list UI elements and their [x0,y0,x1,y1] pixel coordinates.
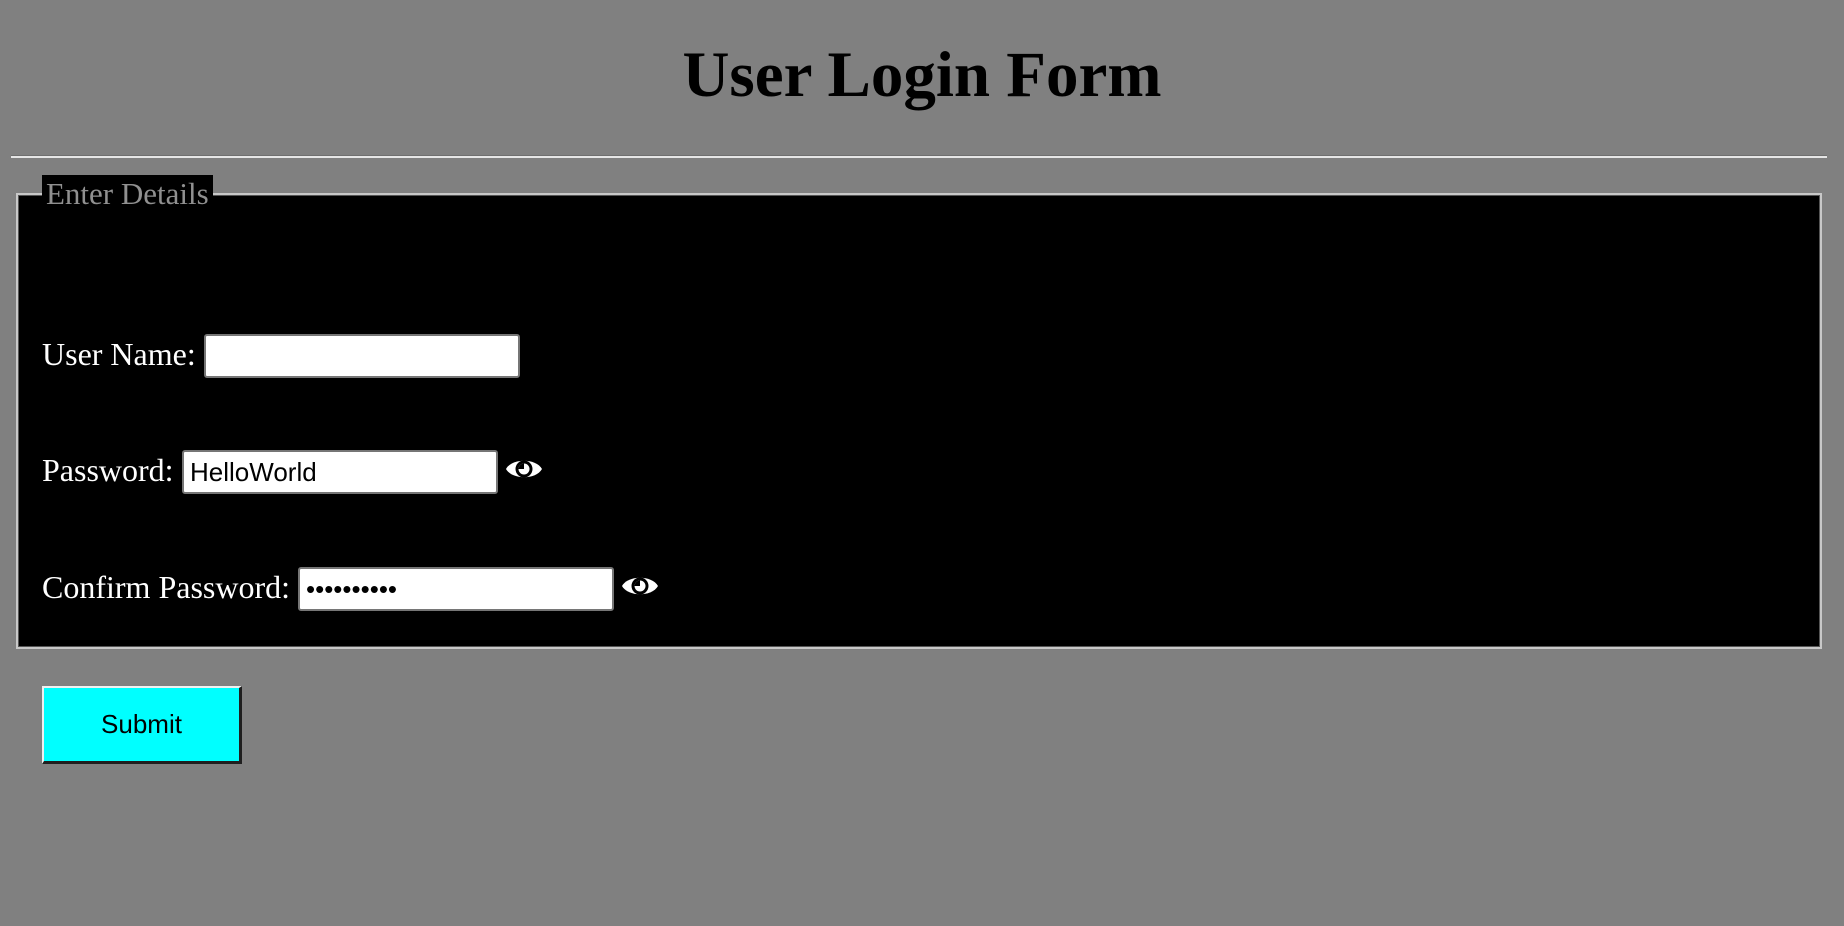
submit-button[interactable]: Submit [42,686,242,764]
fieldset-legend: Enter Details [42,175,213,212]
username-label: User Name: [42,336,196,372]
eye-icon [622,577,658,595]
username-input[interactable] [204,334,520,378]
eye-icon [506,460,542,478]
horizontal-divider [11,155,1827,158]
confirm-password-label: Confirm Password: [42,569,290,605]
toggle-confirm-password-visibility-button[interactable] [620,570,660,602]
page-title: User Login Form [682,39,1162,111]
toggle-password-visibility-button[interactable] [504,453,544,485]
confirm-password-input[interactable] [298,567,614,611]
password-input[interactable] [182,450,498,494]
password-label: Password: [42,452,174,488]
